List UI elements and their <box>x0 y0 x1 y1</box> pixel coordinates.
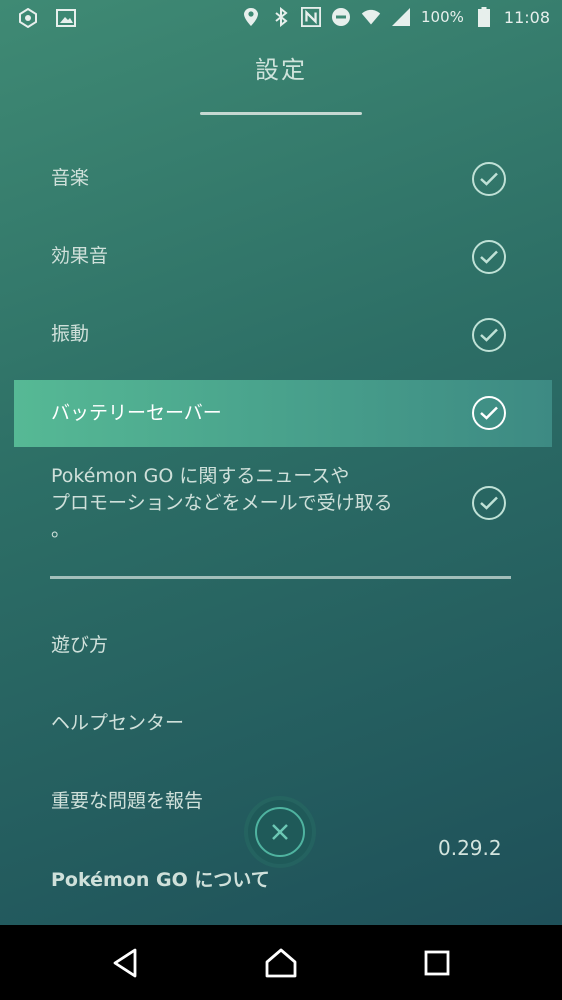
setting-label-battery-saver: バッテリーセーバー <box>51 402 222 424</box>
check-icon[interactable] <box>472 162 506 196</box>
home-icon[interactable] <box>265 947 297 979</box>
label-line: 。 <box>51 519 71 541</box>
check-icon[interactable] <box>472 486 506 520</box>
check-icon[interactable] <box>472 240 506 274</box>
battery-icon <box>474 7 494 27</box>
close-button[interactable] <box>248 800 312 864</box>
location-icon <box>241 7 261 27</box>
setting-row-sound-effects[interactable]: 効果音 <box>14 223 552 291</box>
title-underline <box>200 112 362 115</box>
setting-label-sound-effects: 効果音 <box>51 245 109 267</box>
navigation-bar <box>0 925 562 1000</box>
close-icon <box>272 824 288 840</box>
status-right: 100% 11:08 <box>241 7 550 27</box>
do-not-disturb-icon <box>331 7 351 27</box>
status-left <box>18 8 76 28</box>
menu-about[interactable]: Pokémon GO について <box>51 865 270 892</box>
check-icon[interactable] <box>472 396 506 430</box>
battery-percent: 100% <box>421 8 464 26</box>
menu-report-issue[interactable]: 重要な問題を報告 <box>51 786 203 813</box>
status-bar: 100% 11:08 <box>0 0 562 38</box>
nfc-icon <box>301 7 321 27</box>
signal-icon <box>391 7 411 27</box>
clock: 11:08 <box>503 7 550 27</box>
page-title: 設定 <box>255 56 307 84</box>
image-icon <box>56 8 76 28</box>
label-line: プロモーションなどをメールで受け取る <box>51 492 393 514</box>
check-icon[interactable] <box>472 318 506 352</box>
setting-row-vibration[interactable]: 振動 <box>14 301 552 369</box>
setting-row-music[interactable]: 音楽 <box>14 145 552 213</box>
setting-label-email-promotions: Pokémon GO に関するニュースや プロモーションなどをメールで受け取る … <box>51 463 393 544</box>
setting-row-email-promotions[interactable]: Pokémon GO に関するニュースや プロモーションなどをメールで受け取る … <box>14 460 552 550</box>
label-line: Pokémon GO に関するニュースや <box>51 465 350 487</box>
menu-how-to-play[interactable]: 遊び方 <box>51 630 108 657</box>
version-label: 0.29.2 <box>438 836 502 860</box>
close-ring <box>255 807 305 857</box>
menu-help-center[interactable]: ヘルプセンター <box>51 708 184 735</box>
setting-label-music: 音楽 <box>51 167 90 189</box>
recents-icon[interactable] <box>421 947 453 979</box>
back-icon[interactable] <box>109 947 141 979</box>
bluetooth-icon <box>271 7 291 27</box>
app-icon <box>18 8 38 28</box>
section-divider <box>50 576 511 579</box>
wifi-icon <box>361 7 381 27</box>
setting-label-vibration: 振動 <box>51 323 90 345</box>
setting-row-battery-saver[interactable]: バッテリーセーバー <box>14 380 552 447</box>
